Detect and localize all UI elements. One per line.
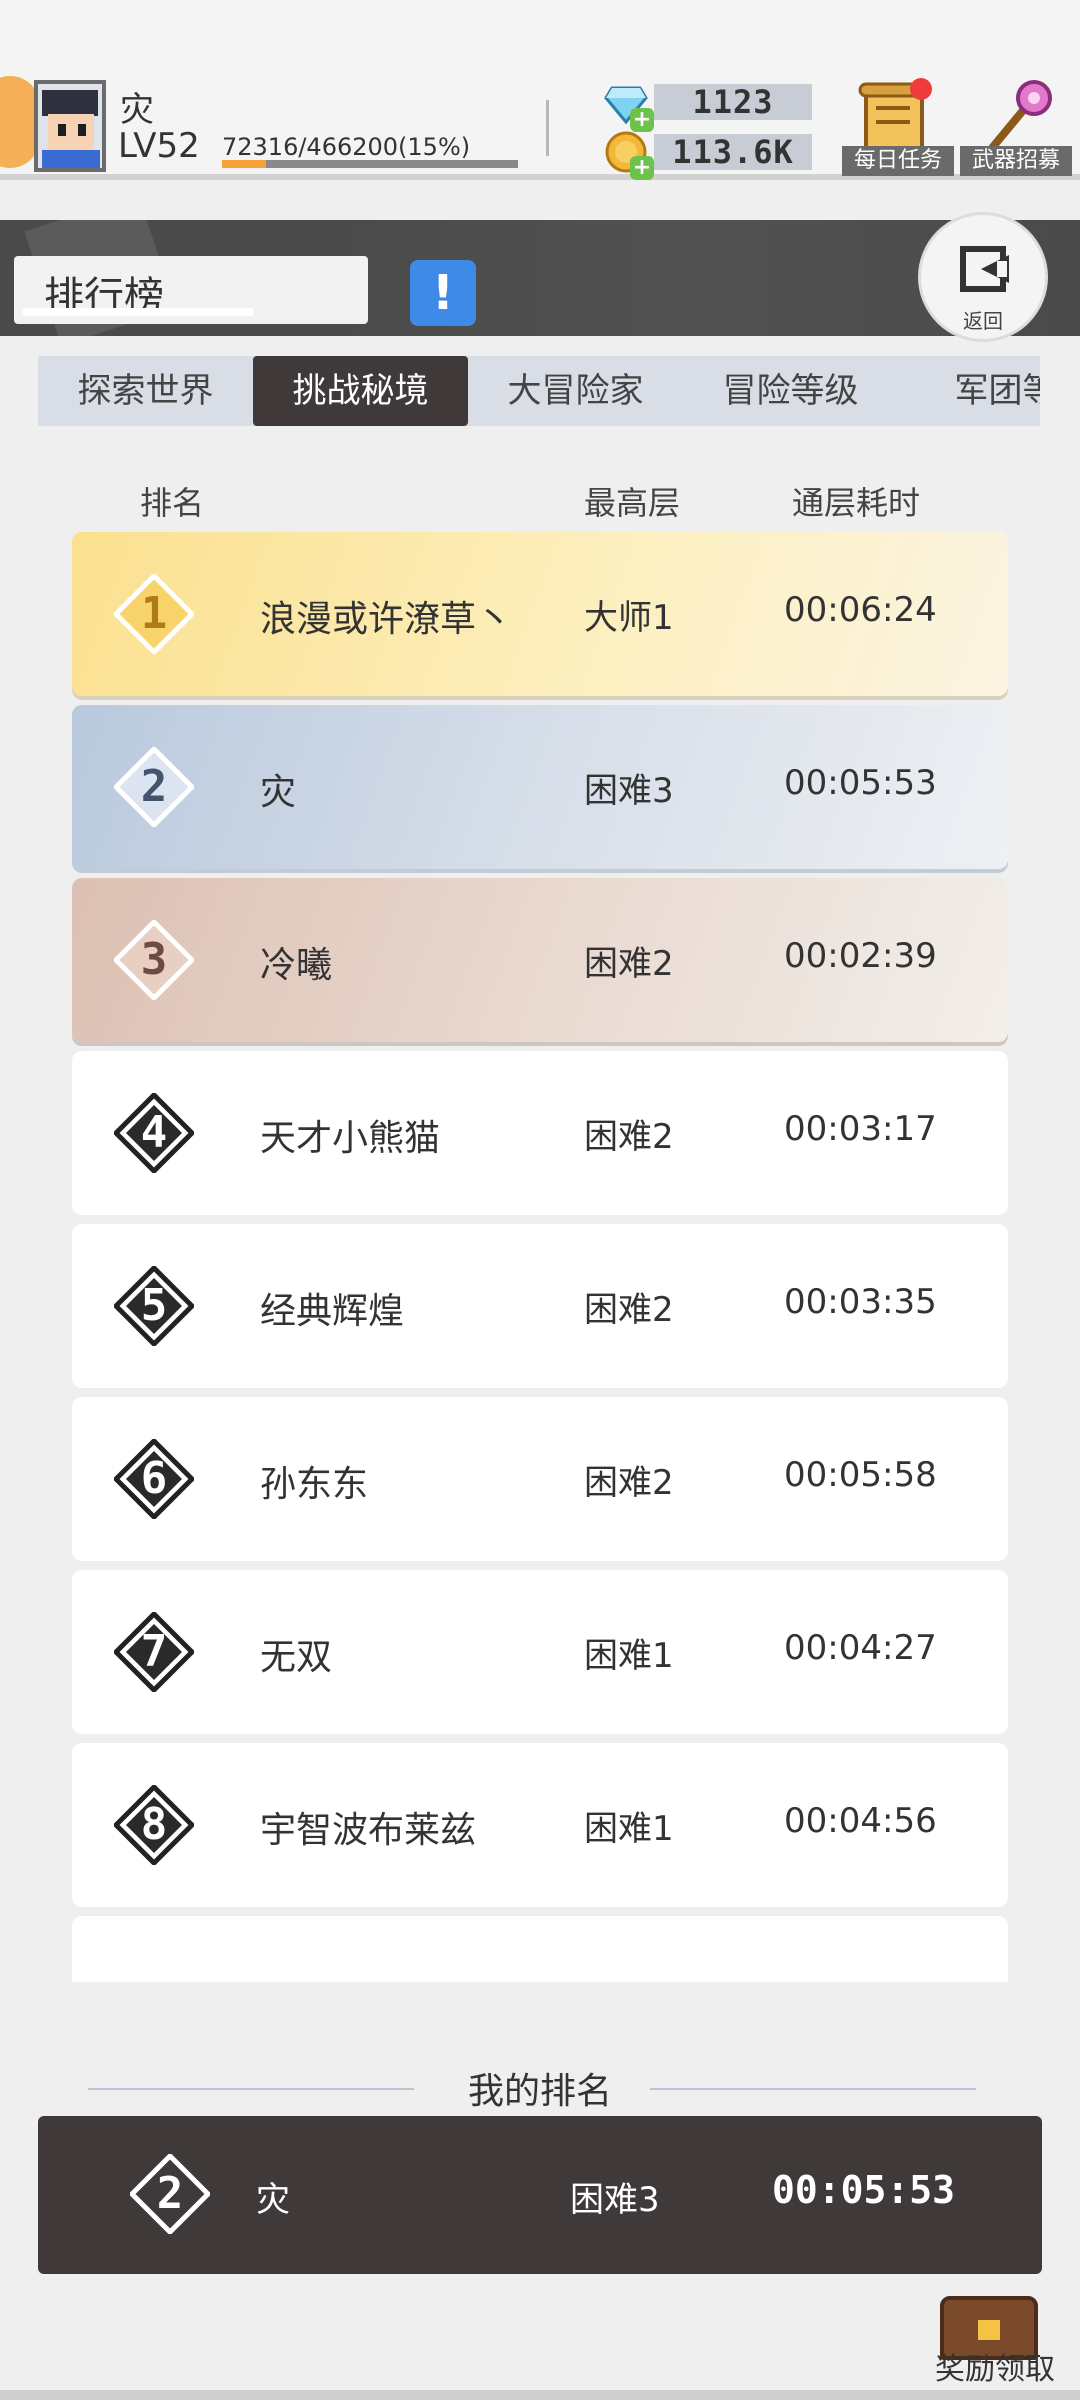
player-name-cell: 无双	[260, 1637, 333, 1678]
exit-icon	[960, 246, 1009, 292]
rank-number: 4	[140, 1107, 168, 1158]
leaderboard-row[interactable]: 2 灾 困难3 00:05:53	[72, 705, 1008, 869]
notification-dot	[910, 78, 932, 100]
rank-number: 1	[140, 588, 168, 639]
player-name-cell: 经典辉煌	[260, 1291, 405, 1332]
column-header-top-floor: 最高层	[584, 484, 681, 522]
my-rank-number: 2	[156, 2168, 184, 2219]
coin-count: 113.6K	[654, 134, 812, 170]
xp-progress-bar	[222, 160, 518, 168]
tab-adventure-level[interactable]: 冒险等级	[683, 356, 898, 426]
weapon-recruit-label: 武器招募	[960, 146, 1072, 176]
leaderboard-row[interactable]: 6 孙东东 困难2 00:05:58	[72, 1397, 1008, 1561]
daily-tasks-label: 每日任务	[842, 146, 954, 176]
header-divider	[546, 100, 549, 156]
rank-number: 7	[140, 1626, 168, 1677]
tab-great-adventurer[interactable]: 大冒险家	[468, 356, 683, 426]
add-coins-icon[interactable]: +	[630, 156, 654, 180]
rank-number: 8	[140, 1799, 168, 1850]
top-floor-cell: 困难1	[584, 1636, 674, 1676]
clear-time-cell: 00:03:35	[784, 1282, 937, 1322]
my-rank-panel: 2 灾 困难3 00:05:53	[38, 2116, 1042, 2274]
leaderboard-row[interactable]: 1 浪漫或许潦草丶 大师1 00:06:24	[72, 532, 1008, 696]
my-rank-name: 灾	[256, 2180, 290, 2220]
my-rank-badge-icon: 2	[128, 2152, 212, 2236]
coin-icon[interactable]: +	[604, 130, 654, 180]
tab-challenge-realm[interactable]: 挑战秘境	[253, 356, 468, 426]
leaderboard-row[interactable]: 5 经典辉煌 困难2 00:03:35	[72, 1224, 1008, 1388]
top-status-bar: 灾 LV52 72316/466200(15%) + 1123 + 113.6K…	[0, 0, 1080, 180]
rank-number: 2	[140, 761, 168, 812]
my-rank-title: 我的排名	[467, 2071, 612, 2112]
player-name-cell: 浪漫或许潦草丶	[260, 599, 513, 640]
clear-time-cell: 00:05:58	[784, 1455, 937, 1495]
player-name-cell: 宇智波布莱兹	[260, 1810, 477, 1851]
tab-legion-level[interactable]: 军团等	[898, 356, 1041, 426]
player-name-cell: 孙东东	[260, 1464, 369, 1505]
tab-explore-world[interactable]: 探索世界	[38, 356, 253, 426]
clear-time-cell: 00:06:24	[784, 590, 937, 630]
rank-badge-icon: 3	[112, 918, 196, 1002]
clear-time-cell: 00:05:53	[784, 763, 937, 803]
rank-number: 6	[140, 1453, 168, 1504]
xp-text: 72316/466200(15%)	[222, 133, 471, 161]
back-label: 返回	[963, 309, 1003, 333]
leaderboard-list[interactable]: 1 浪漫或许潦草丶 大师1 00:06:24 2 灾困难3 00:05:53 3 冷曦 困难2 00…	[72, 532, 1008, 1982]
column-header-rank: 排名	[140, 484, 205, 522]
gem-icon[interactable]: +	[604, 82, 654, 132]
rank-number: 5	[140, 1280, 168, 1331]
rank-badge-icon: 5	[112, 1264, 196, 1348]
scroll-icon	[858, 82, 930, 150]
player-name-cell: 天才小熊猫	[260, 1118, 441, 1159]
bottom-edge	[0, 2390, 1080, 2400]
column-header-clear-time: 通层耗时	[792, 484, 921, 522]
reward-claim-label[interactable]: 奖励领取	[920, 2344, 1070, 2388]
rank-badge-icon: 6	[112, 1437, 196, 1521]
daily-tasks-button[interactable]: 每日任务	[842, 76, 954, 176]
top-floor-cell: 困难2	[584, 1463, 674, 1503]
top-floor-cell: 困难1	[584, 1809, 674, 1849]
leaderboard-row[interactable]: 7 无双 困难1 00:04:27	[72, 1570, 1008, 1734]
leaderboard-row[interactable]: 4 天才小熊猫 困难2 00:03:17	[72, 1051, 1008, 1215]
back-button[interactable]: 返回	[918, 212, 1048, 342]
player-avatar[interactable]	[34, 80, 106, 172]
category-tabs: 探索世界 挑战秘境 大冒险家 冒险等级 军团等	[38, 356, 1040, 426]
top-floor-cell: 困难2	[584, 1290, 674, 1330]
rank-badge-icon: 2	[112, 745, 196, 829]
clear-time-cell: 00:04:27	[784, 1628, 937, 1668]
clear-time-cell: 00:02:39	[784, 936, 937, 976]
rank-badge-icon: 1	[112, 572, 196, 656]
top-floor-cell: 困难2	[584, 944, 674, 984]
rank-badge-icon: 8	[112, 1783, 196, 1867]
my-rank-time: 00:05:53	[772, 2168, 956, 2212]
magic-staff-icon	[988, 80, 1052, 151]
page-title-box: 排行榜	[14, 256, 368, 324]
info-button[interactable]: !	[410, 260, 476, 326]
rank-badge-icon: 7	[112, 1610, 196, 1694]
weapon-recruit-button[interactable]: 武器招募	[960, 76, 1072, 176]
clear-time-cell: 00:04:56	[784, 1801, 937, 1841]
add-gems-icon[interactable]: +	[630, 108, 654, 132]
leaderboard-row-partial[interactable]	[72, 1916, 1008, 1982]
my-rank-tier: 困难3	[570, 2180, 660, 2220]
top-floor-cell: 大师1	[584, 598, 674, 638]
player-name-cell: 冷曦	[260, 945, 333, 986]
gem-count: 1123	[654, 84, 812, 120]
leaderboard-row[interactable]: 3 冷曦 困难2 00:02:39	[72, 878, 1008, 1042]
rank-number: 3	[140, 934, 168, 985]
clear-time-cell: 00:03:17	[784, 1109, 937, 1149]
leaderboard-row[interactable]: 8 宇智波布莱兹 困难1 00:04:56	[72, 1743, 1008, 1907]
top-floor-cell: 困难2	[584, 1117, 674, 1157]
rank-badge-icon: 4	[112, 1091, 196, 1175]
player-name-cell: 灾	[260, 772, 297, 813]
player-name: 灾	[120, 90, 154, 130]
top-floor-cell: 困难3	[584, 771, 674, 811]
player-level: LV52	[118, 126, 200, 166]
